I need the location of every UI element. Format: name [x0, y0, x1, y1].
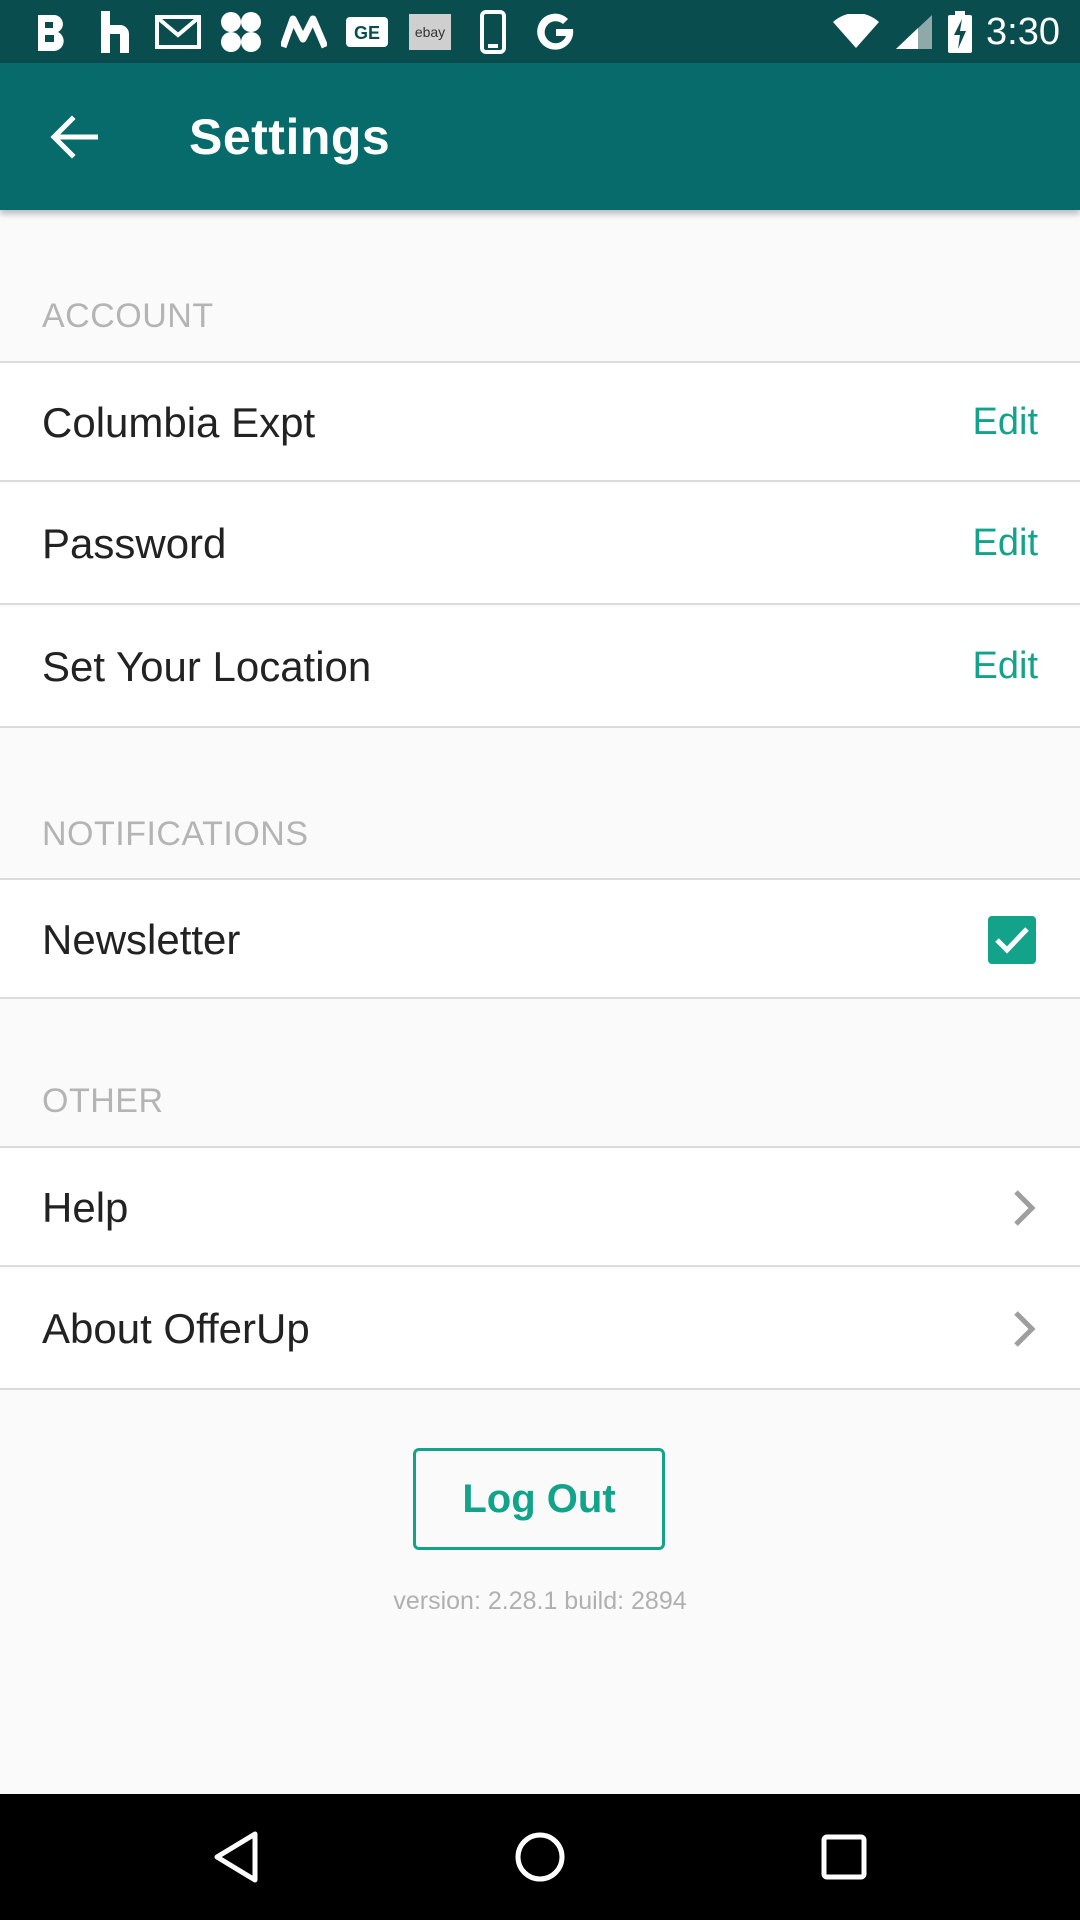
row-label: Password [42, 520, 227, 567]
row-label: Newsletter [42, 916, 241, 963]
nav-recents-button[interactable] [814, 1827, 874, 1887]
edit-name-button[interactable]: Edit [973, 401, 1038, 444]
account-row-location[interactable]: Set Your Location Edit [0, 607, 1080, 728]
newsletter-checkbox[interactable] [988, 916, 1036, 964]
signal-icon [894, 13, 934, 51]
other-row-about[interactable]: About OfferUp [0, 1269, 1080, 1390]
page-title: Settings [189, 109, 391, 165]
m-icon [280, 9, 328, 55]
svg-text:GE: GE [354, 23, 380, 43]
other-row-help[interactable]: Help [0, 1146, 1080, 1267]
status-bar: GE ebay 3:30 [0, 0, 1080, 63]
row-label: Columbia Expt [42, 399, 316, 446]
nav-back-button[interactable] [206, 1827, 266, 1887]
checkmark-icon [995, 927, 1029, 954]
square-recents-icon [821, 1834, 867, 1880]
google-icon [532, 9, 580, 55]
edit-password-button[interactable]: Edit [973, 522, 1038, 565]
account-row-name[interactable]: Columbia Expt Edit [0, 361, 1080, 482]
phone-icon [469, 9, 517, 55]
ge-icon: GE [343, 9, 391, 55]
system-status: 3:30 [818, 8, 1060, 56]
chevron-right-icon [1014, 1311, 1036, 1347]
ebay-text: ebay [415, 24, 445, 40]
nav-home-button[interactable] [510, 1827, 570, 1887]
app-bar: Settings [0, 63, 1080, 210]
wifi-icon [832, 14, 880, 50]
navigation-bar [0, 1794, 1080, 1920]
section-header-account: ACCOUNT [42, 297, 214, 335]
back-arrow-icon [50, 115, 98, 159]
circle-home-icon [515, 1832, 565, 1882]
notifications-row-newsletter[interactable]: Newsletter [0, 878, 1080, 999]
logout-button[interactable]: Log Out [413, 1448, 665, 1550]
app-cross-icon [217, 9, 265, 55]
row-label: About OfferUp [42, 1305, 310, 1352]
back-button[interactable] [44, 107, 104, 167]
ebay-icon: ebay [406, 9, 454, 55]
notification-icons: GE ebay [28, 8, 595, 56]
account-row-password[interactable]: Password Edit [0, 484, 1080, 605]
chevron-right-icon [1014, 1190, 1036, 1226]
battery-charging-icon [948, 11, 973, 53]
version-text: version: 2.28.1 build: 2894 [393, 1587, 687, 1615]
row-label: Help [42, 1184, 129, 1231]
triangle-back-icon [214, 1831, 258, 1883]
row-label: Set Your Location [42, 643, 372, 690]
b-icon [28, 9, 76, 55]
status-clock: 3:30 [986, 10, 1060, 53]
houzz-icon [91, 9, 139, 55]
section-header-notifications: NOTIFICATIONS [42, 815, 309, 853]
section-header-other: OTHER [42, 1082, 164, 1120]
gmail-icon [154, 9, 202, 55]
edit-location-button[interactable]: Edit [973, 645, 1038, 688]
